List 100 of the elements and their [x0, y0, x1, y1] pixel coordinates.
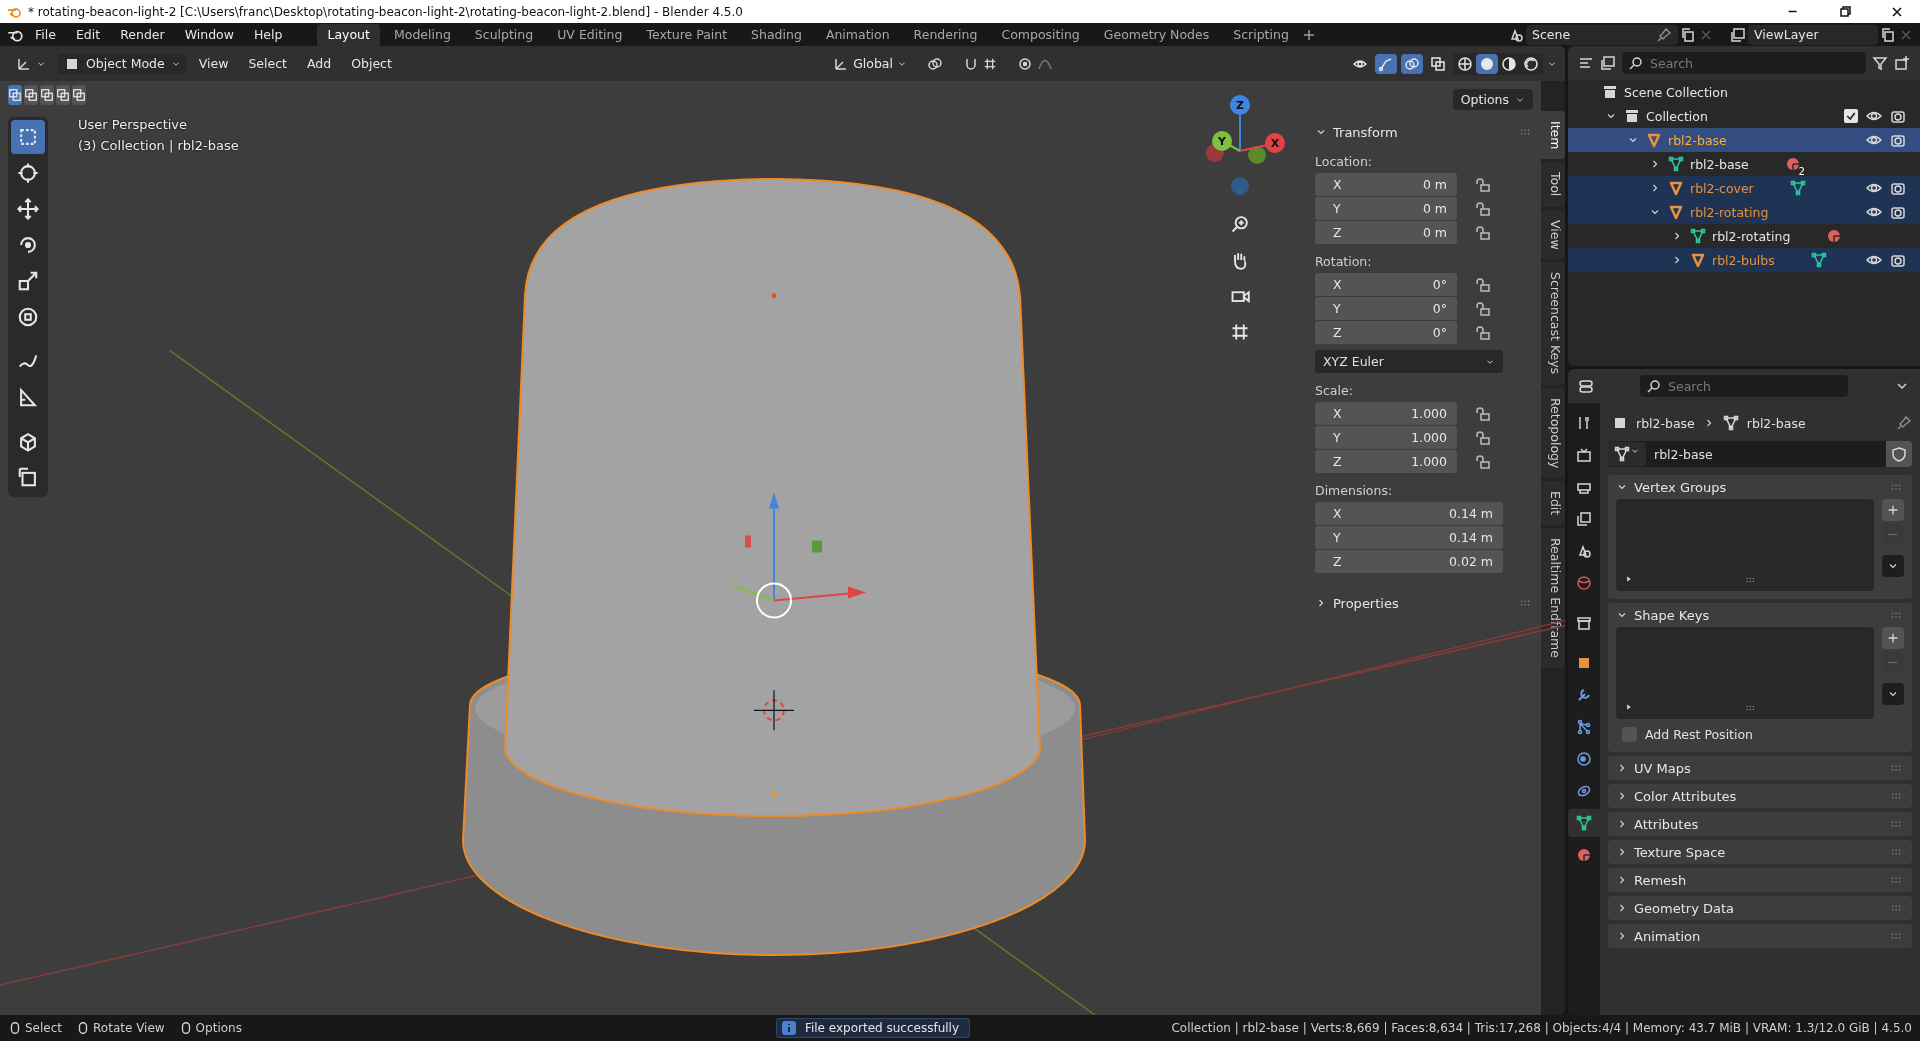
- workspace-tab[interactable]: Layout: [317, 23, 380, 46]
- number-field[interactable]: X 0.14 m: [1315, 502, 1503, 525]
- menu-item[interactable]: Select: [240, 54, 295, 73]
- workspace-tab[interactable]: Texture Paint: [636, 23, 738, 46]
- number-field[interactable]: Y 0 m: [1315, 197, 1457, 220]
- number-field[interactable]: X 1.000: [1315, 402, 1457, 425]
- breadcrumb-text: rbl2-base: [1636, 415, 1695, 431]
- scene-field[interactable]: Scene: [1526, 24, 1678, 45]
- wrench-icon: [1576, 687, 1592, 703]
- checkbox[interactable]: [1844, 109, 1858, 123]
- sidebar-tab[interactable]: Item: [1541, 111, 1565, 160]
- sidebar-tab[interactable]: Screencast Keys: [1541, 262, 1565, 385]
- workspace-tab[interactable]: Modeling: [383, 23, 461, 46]
- number-field[interactable]: Y 0.14 m: [1315, 526, 1503, 549]
- panel-header[interactable]: Shape Keys: [1616, 603, 1904, 627]
- menu-item[interactable]: Render: [111, 24, 174, 45]
- select-mode-button[interactable]: [40, 85, 54, 105]
- sidebar-tab[interactable]: Realtime Endframe: [1541, 528, 1565, 669]
- outliner-row[interactable]: rbl2-rotating: [1568, 224, 1920, 248]
- workspace-tab[interactable]: Rendering: [903, 23, 988, 46]
- outliner-row[interactable]: Collection: [1568, 104, 1920, 128]
- globe-icon: [1576, 575, 1592, 591]
- sidebar-tab[interactable]: View: [1541, 209, 1565, 260]
- axis-handle[interactable]: [1248, 146, 1266, 164]
- status-hint: Rotate View: [76, 1021, 165, 1035]
- sidebar-tab[interactable]: Tool: [1541, 162, 1565, 207]
- panel-header[interactable]: Properties: [1315, 591, 1533, 615]
- menu-item[interactable]: Edit: [66, 24, 110, 45]
- add-button[interactable]: [1882, 499, 1904, 521]
- menu-item[interactable]: File: [26, 24, 65, 45]
- outliner-row[interactable]: rbl2-base 2: [1568, 152, 1920, 176]
- workspace-tab[interactable]: Geometry Nodes: [1093, 23, 1220, 46]
- tool-icon: [1576, 415, 1592, 431]
- material-sphere-icon: [1826, 228, 1843, 244]
- add-button[interactable]: [1882, 627, 1904, 649]
- properties-tab[interactable]: [1568, 809, 1600, 837]
- shading-button[interactable]: [1476, 53, 1498, 74]
- axis-handle[interactable]: [1212, 131, 1241, 152]
- outliner-label: rbl2-cover: [1690, 180, 1754, 196]
- outliner-row[interactable]: rbl2-bulbs: [1568, 248, 1920, 272]
- search-field[interactable]: Search: [1640, 375, 1848, 397]
- select-mode-button[interactable]: [72, 85, 86, 105]
- select-mode-button[interactable]: [8, 85, 22, 105]
- outliner-label: Scene Collection: [1624, 84, 1728, 100]
- mesh-name-field[interactable]: rbl2-base: [1608, 441, 1912, 467]
- workspace-tab[interactable]: Shading: [741, 23, 812, 46]
- select-mode-button[interactable]: [56, 85, 70, 105]
- workspace-tab[interactable]: Scripting: [1223, 23, 1299, 46]
- outliner-row[interactable]: rbl2-base: [1568, 128, 1920, 152]
- outliner-row[interactable]: rbl2-rotating: [1568, 200, 1920, 224]
- menu-item[interactable]: View: [190, 54, 237, 73]
- menu-item[interactable]: Add: [299, 54, 340, 73]
- menu-button[interactable]: [1882, 555, 1904, 577]
- checkbox-row[interactable]: Add Rest Position: [1616, 727, 1904, 752]
- viewport-toggle[interactable]: [1375, 53, 1397, 74]
- number-field[interactable]: Y 1.000: [1315, 426, 1457, 449]
- triangle-object-icon: [1668, 204, 1684, 220]
- axis-handle[interactable]: [1231, 177, 1249, 195]
- menu-item[interactable]: Window: [175, 24, 243, 45]
- camera-icon: [1890, 252, 1906, 268]
- outliner-row[interactable]: rbl2-cover: [1568, 176, 1920, 200]
- workspace-tab[interactable]: Animation: [815, 23, 900, 46]
- group-label: Location:: [1315, 154, 1374, 169]
- axis-handle[interactable]: [1230, 95, 1250, 152]
- panel-header[interactable]: Transform: [1315, 120, 1533, 144]
- mode-dropdown[interactable]: Object Mode: [58, 53, 187, 74]
- select-mode-button[interactable]: [24, 85, 38, 105]
- status-hint: Options: [178, 1021, 242, 1035]
- number-field[interactable]: X 0°: [1315, 273, 1457, 296]
- rotation-mode-dropdown[interactable]: XYZ Euler: [1315, 350, 1503, 373]
- number-field[interactable]: X 0 m: [1315, 173, 1457, 196]
- view-layer-field[interactable]: ViewLayer: [1748, 24, 1878, 45]
- outliner-row[interactable]: Scene Collection: [1568, 80, 1920, 104]
- overlay-circles-icon: [1404, 55, 1420, 72]
- material-sphere-icon: [1576, 847, 1592, 863]
- viewport-toggle[interactable]: [1401, 53, 1423, 74]
- axis-handle[interactable]: [1239, 133, 1285, 153]
- orientation-dropdown[interactable]: Global: [825, 53, 915, 74]
- sidebar-tab[interactable]: Retopology: [1541, 387, 1565, 478]
- number-field[interactable]: Z 0°: [1315, 321, 1457, 344]
- options-dropdown[interactable]: Options: [1452, 89, 1533, 110]
- number-field[interactable]: Z 0 m: [1315, 221, 1457, 244]
- workspace-tab[interactable]: Sculpting: [464, 23, 544, 46]
- menu-item[interactable]: Help: [244, 24, 292, 45]
- sidebar-tab[interactable]: Edit: [1541, 480, 1565, 526]
- workspace-tab[interactable]: UV Editing: [547, 23, 633, 46]
- menu-button[interactable]: [1882, 683, 1904, 705]
- half-sphere-icon: [1501, 55, 1517, 72]
- menu-item[interactable]: Object: [343, 54, 400, 73]
- number-field[interactable]: Y 0°: [1315, 297, 1457, 320]
- search-field[interactable]: Search: [1622, 52, 1866, 74]
- unlock-icon: [1475, 405, 1491, 422]
- panel-header[interactable]: Vertex Groups: [1616, 475, 1904, 499]
- outliner-label: rbl2-base: [1690, 156, 1749, 172]
- workspace-tab[interactable]: Compositing: [991, 23, 1090, 46]
- pin-icon: [1656, 26, 1672, 43]
- move-arrows-icon: [17, 198, 39, 220]
- number-field[interactable]: Z 0.02 m: [1315, 550, 1503, 573]
- number-field[interactable]: Z 1.000: [1315, 450, 1457, 473]
- pin-icon: [1896, 415, 1912, 431]
